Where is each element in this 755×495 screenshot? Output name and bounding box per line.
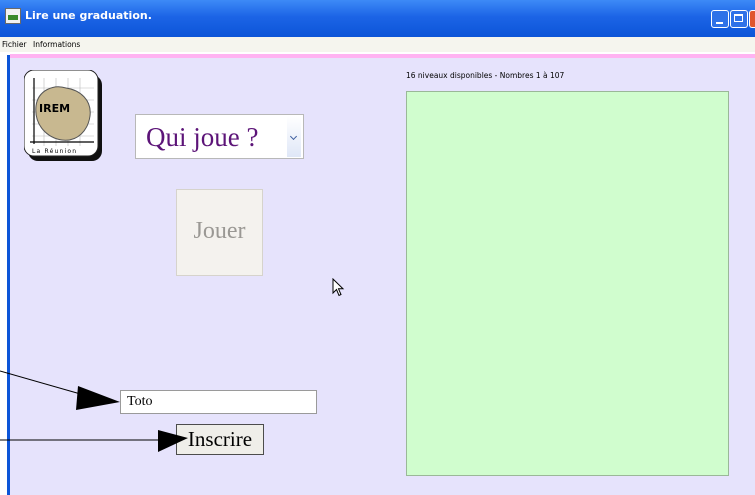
player-name-field[interactable]: Toto xyxy=(120,390,317,414)
levels-info: 16 niveaux disponibles - Nombres 1 à 107 xyxy=(406,71,565,80)
player-select[interactable]: Qui joue ? xyxy=(135,114,304,159)
play-button[interactable]: Jouer xyxy=(176,189,263,276)
mouse-pointer-icon xyxy=(332,277,346,302)
menu-item-fichier[interactable]: Fichier xyxy=(2,40,27,49)
window-title: Lire une graduation. xyxy=(25,9,152,22)
play-button-label: Jouer xyxy=(193,218,246,244)
player-select-value: Qui joue ? xyxy=(146,122,259,152)
minimize-icon[interactable] xyxy=(711,10,729,28)
maximize-icon[interactable] xyxy=(730,10,748,28)
menu-bar: Fichier Informations xyxy=(0,37,755,52)
chevron-down-icon[interactable] xyxy=(287,116,301,157)
logo-text-sub: La Réunion xyxy=(32,148,77,155)
title-bar[interactable]: Lire une graduation. xyxy=(0,0,755,37)
app-icon[interactable] xyxy=(5,8,21,24)
levels-panel[interactable] xyxy=(406,91,729,476)
irem-logo: IREM La Réunion xyxy=(23,69,104,162)
register-button[interactable]: Inscrire xyxy=(176,424,264,455)
register-button-label: Inscrire xyxy=(187,427,253,451)
logo-text-main: IREM xyxy=(39,102,70,115)
menu-item-informations[interactable]: Informations xyxy=(33,40,80,49)
close-icon[interactable] xyxy=(749,10,755,28)
player-name-value: Toto xyxy=(127,394,153,409)
